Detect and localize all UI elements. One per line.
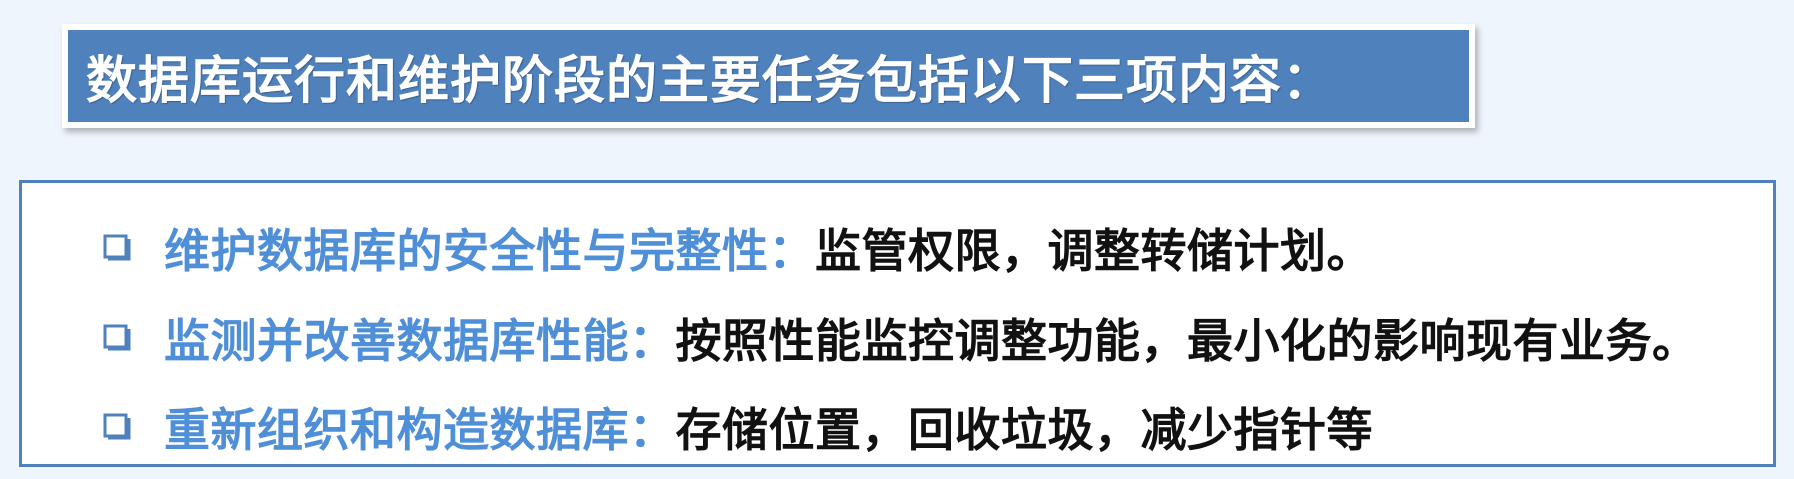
page-title: 数据库运行和维护阶段的主要任务包括以下三项内容：	[86, 52, 1335, 111]
square-bullet-icon	[102, 412, 132, 442]
task-heading: 监测并改善数据库性能：	[164, 314, 676, 368]
task-heading: 重新组织和构造数据库：	[164, 403, 676, 457]
task-detail: 按照性能监控调整功能，最小化的影响现有业务。	[675, 314, 1699, 368]
title-banner-fill: 数据库运行和维护阶段的主要任务包括以下三项内容：	[68, 30, 1469, 122]
task-heading: 维护数据库的安全性与完整性：	[164, 224, 815, 278]
task-detail: 监管权限，调整转储计划。	[815, 224, 1373, 278]
square-bullet-icon	[102, 233, 132, 263]
task-list-box: 维护数据库的安全性与完整性： 监管权限，调整转储计划。 监测并改善数据库性能： 按照…	[19, 180, 1776, 467]
task-detail: 存储位置，回收垃圾，减少指针等	[675, 403, 1373, 457]
square-bullet-icon	[102, 323, 132, 353]
list-item-security: 维护数据库的安全性与完整性： 监管权限，调整转储计划。	[102, 215, 1373, 281]
list-item-performance: 监测并改善数据库性能： 按照性能监控调整功能，最小化的影响现有业务。	[102, 305, 1699, 371]
list-item-reorganize: 重新组织和构造数据库： 存储位置，回收垃圾，减少指针等	[102, 394, 1373, 460]
title-banner: 数据库运行和维护阶段的主要任务包括以下三项内容：	[62, 24, 1475, 128]
